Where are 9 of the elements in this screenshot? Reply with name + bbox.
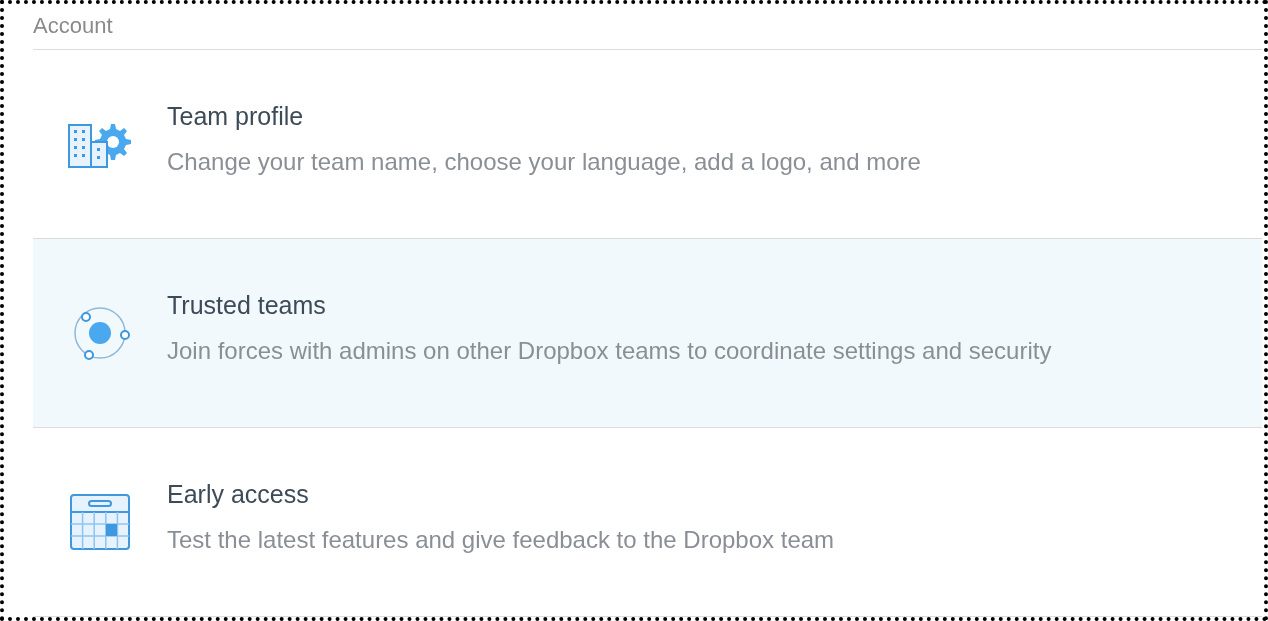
row-title: Trusted teams	[167, 290, 327, 322]
row-title: Team profile	[167, 101, 305, 133]
row-description: Change your team name, choose your language, add a logo, and more	[167, 146, 921, 177]
row-title: Early access	[167, 479, 310, 511]
row-description: Join forces with admins on other Dropbox teams to coordinate settings and security	[167, 335, 1052, 366]
row-description: Test the latest features and give feedback to the Dropbox team	[167, 524, 835, 555]
settings-row[interactable]: Trusted teams Join forces with admins on other Dropbox teams to coordinate settings and security	[33, 239, 1262, 428]
section-title: Account	[33, 12, 113, 40]
calendar-icon	[69, 493, 131, 551]
